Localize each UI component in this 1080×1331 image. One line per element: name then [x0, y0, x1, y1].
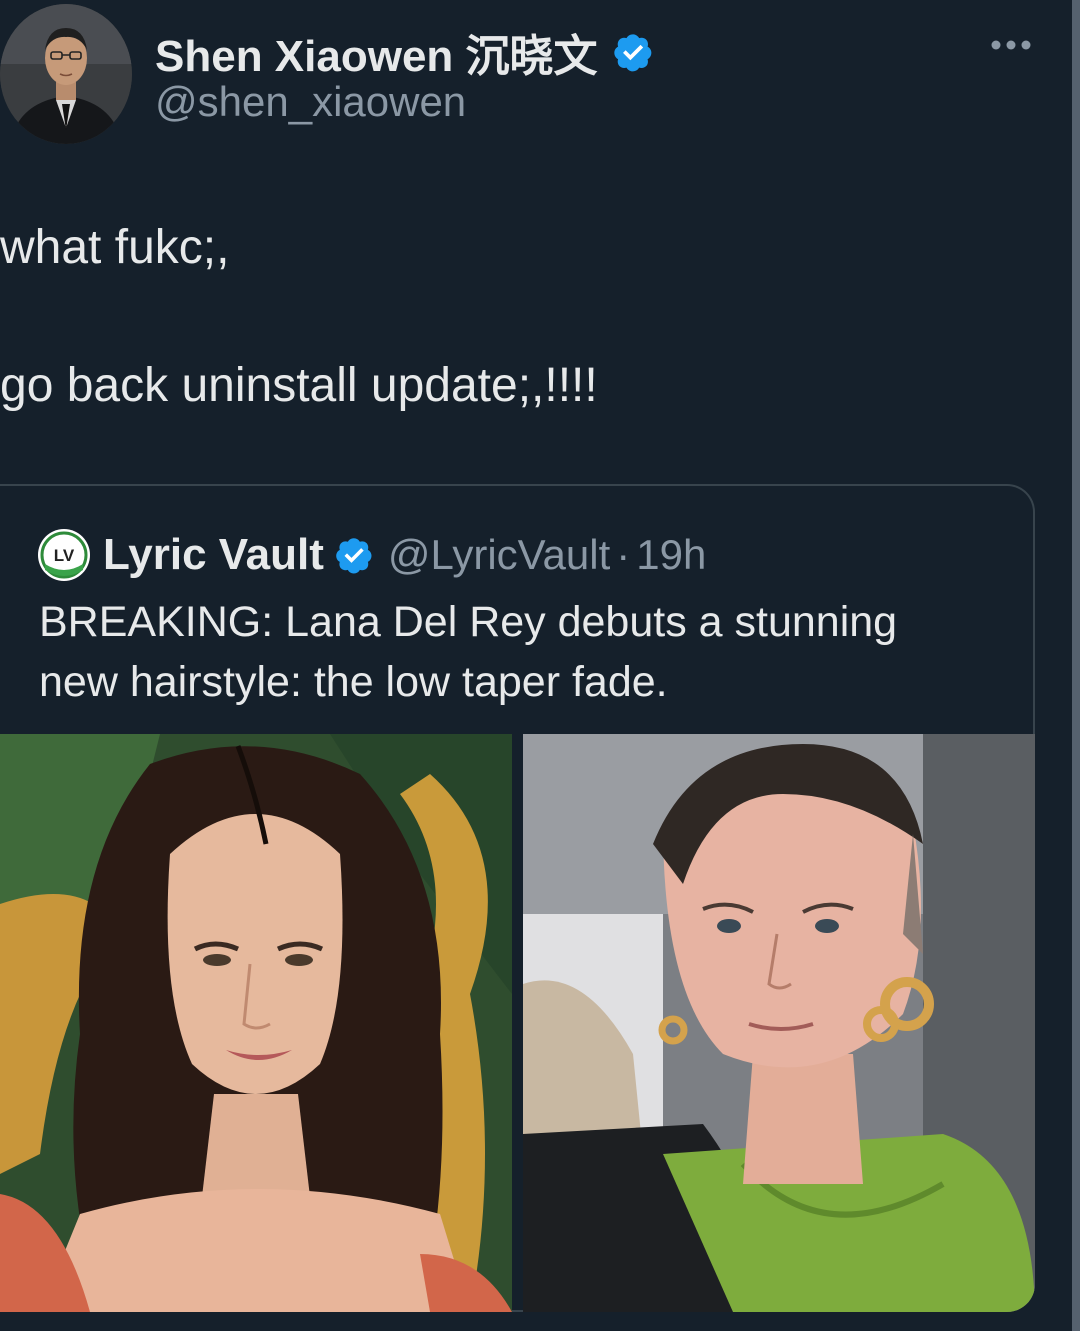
more-options-icon[interactable] — [986, 28, 1036, 62]
quoted-image-right[interactable] — [523, 734, 1035, 1312]
quoted-text-line-2: new hairstyle: the low taper fade. — [39, 658, 668, 706]
tweet-screen: Shen Xiaowen 沉晓文 @shen_xiaowen what fukc… — [0, 0, 1080, 1331]
tweet-text-line-2: go back uninstall update;,!!!! — [0, 359, 598, 412]
quoted-timestamp[interactable]: 19h — [636, 531, 706, 579]
verified-badge-icon — [336, 538, 372, 574]
avatar[interactable] — [0, 4, 132, 144]
portrait-short-hair-image — [523, 734, 1035, 1312]
portrait-long-hair-image — [0, 734, 512, 1312]
scrollbar-edge — [1072, 0, 1080, 1331]
svg-text:LV: LV — [54, 546, 75, 565]
avatar-photo — [0, 4, 132, 144]
author-handle[interactable]: @shen_xiaowen — [155, 78, 466, 126]
lyric-vault-logo-icon[interactable]: LV — [37, 528, 91, 582]
quoted-author-name[interactable]: Lyric Vault — [103, 530, 324, 580]
separator-dot: · — [616, 531, 631, 578]
author-name-row[interactable]: Shen Xiaowen 沉晓文 — [155, 20, 654, 84]
quoted-image-left[interactable] — [0, 734, 512, 1312]
verified-badge-icon — [613, 34, 651, 72]
quoted-text-line-1: BREAKING: Lana Del Rey debuts a stunning — [39, 598, 898, 646]
tweet-text-line-1: what fukc;, — [0, 221, 230, 274]
author-display-name[interactable]: Shen Xiaowen 沉晓文 — [155, 20, 598, 84]
quoted-tweet-header: LV Lyric Vault @LyricVault · 19h — [37, 528, 706, 582]
quoted-author-handle[interactable]: @LyricVault — [388, 531, 610, 579]
